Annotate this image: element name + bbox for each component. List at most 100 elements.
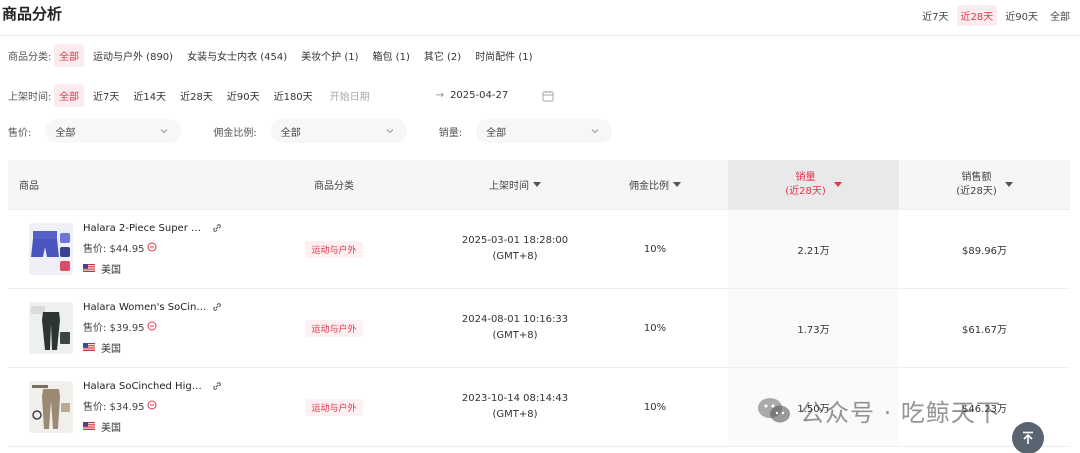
table-row[interactable]: Halara SoCinched High Waisted Leggings 售… — [8, 368, 1070, 447]
listing-chip-180d[interactable]: 近180天 — [269, 84, 318, 107]
sort-caret-icon[interactable] — [533, 182, 541, 187]
category-cell: 运动与户外 — [220, 289, 448, 367]
sales-select[interactable]: 全部 — [476, 119, 613, 143]
country-line: 美国 — [83, 419, 222, 434]
listing-chip-28d[interactable]: 近28天 — [175, 84, 218, 107]
listing-time-text: 2024-08-01 10:16:33 (GMT+8) — [462, 312, 568, 344]
product-name-line: Halara Women's SoCinched Leggings — [83, 302, 222, 313]
listing-time-date: 2023-10-14 08:14:43 — [461, 393, 569, 404]
calendar-icon[interactable] — [542, 90, 554, 102]
range-tab-all[interactable]: 全部 — [1046, 5, 1074, 26]
col-header-commission-label: 佣金比例 — [629, 181, 669, 192]
category-filter-label: 商品分类: — [8, 52, 52, 63]
start-date-input[interactable]: 开始日期 — [330, 88, 430, 103]
listing-chip-90d[interactable]: 近90天 — [222, 84, 265, 107]
listing-time-cell: 2023-10-14 08:14:43 (GMT+8) — [448, 368, 582, 446]
table-row[interactable]: Halara Women's SoCinched Leggings 售价: $3… — [8, 289, 1070, 368]
product-price: 售价: $39.95 — [83, 322, 145, 334]
minus-circle-icon — [147, 242, 157, 252]
product-thumbnail[interactable] — [29, 223, 73, 275]
category-chip-beauty[interactable]: 美妆个护 (1) — [296, 44, 363, 67]
country-line: 美国 — [83, 340, 222, 355]
col-header-listing-time[interactable]: 上架时间 — [448, 160, 582, 209]
shorts-image-icon — [31, 231, 70, 271]
sort-caret-icon[interactable] — [673, 182, 681, 187]
product-name-line: Halara 2-Piece Super High Waisted Shorts — [83, 223, 222, 234]
sales-cell: 1.50万 — [728, 368, 899, 446]
chevron-down-icon — [386, 129, 394, 134]
range-tab-7d[interactable]: 近7天 — [918, 5, 952, 26]
category-tag: 运动与户外 — [305, 398, 363, 416]
category-chip-all[interactable]: 全部 — [54, 44, 84, 67]
commission-cell: 10% — [643, 401, 667, 413]
price-select[interactable]: 全部 — [45, 119, 182, 143]
sales-cell: 2.21万 — [728, 210, 899, 288]
chevron-down-icon — [161, 129, 168, 134]
date-range-picker[interactable]: 开始日期 → 2025-04-27 — [330, 88, 554, 103]
product-name-line: Halara SoCinched High Waisted Leggings — [83, 381, 222, 392]
category-tag: 运动与户外 — [305, 319, 363, 337]
col-header-commission[interactable]: 佣金比例 — [582, 160, 728, 209]
category-filter-row: 商品分类: 全部 运动与户外 (890) 女装与女士内衣 (454) 美妆个护 … — [0, 44, 542, 67]
col-header-category: 商品分类 — [314, 181, 354, 192]
col-header-revenue-line1: 销售额 — [961, 171, 992, 183]
listing-time-zone: (GMT+8) — [492, 409, 538, 420]
us-flag-icon — [83, 264, 95, 272]
listing-chip-14d[interactable]: 近14天 — [128, 84, 171, 107]
listing-chip-all[interactable]: 全部 — [54, 84, 84, 107]
commission-select-value: 全部 — [280, 127, 301, 139]
product-country: 美国 — [101, 422, 121, 434]
listing-time-text: 2025-03-01 18:28:00 (GMT+8) — [462, 233, 568, 265]
price-line: 售价: $44.95 — [83, 240, 222, 255]
category-chip-accessories[interactable]: 时尚配件 (1) — [470, 44, 537, 67]
back-to-top-button[interactable] — [1012, 422, 1044, 453]
listing-time-cell: 2025-03-01 18:28:00 (GMT+8) — [448, 210, 582, 288]
product-name[interactable]: Halara Women's SoCinched Leggings — [83, 302, 208, 313]
select-filter-row: 售价: 全部 佣金比例: 全部 销量: 全部 — [0, 119, 636, 143]
commission-filter-label: 佣金比例: — [213, 127, 257, 139]
range-tab-90d[interactable]: 近90天 — [1001, 5, 1042, 26]
product-name[interactable]: Halara SoCinched High Waisted Leggings — [83, 381, 208, 392]
product-thumbnail[interactable] — [29, 302, 73, 354]
listing-time-filter-row: 上架时间: 全部 近7天 近14天 近28天 近90天 近180天 开始日期 →… — [0, 84, 554, 107]
category-cell: 运动与户外 — [220, 210, 448, 288]
category-chip-other[interactable]: 其它 (2) — [419, 44, 466, 67]
revenue-cell: $46.23万 — [962, 403, 1007, 415]
sort-caret-icon[interactable] — [1004, 182, 1013, 187]
table-row[interactable]: Halara 2-Piece Super High Waisted Shorts… — [8, 210, 1070, 289]
table-header: 商品 商品分类 上架时间 佣金比例 销量 (近28天) 销售额 (近28天) — [8, 160, 1070, 210]
arrow-up-icon — [1023, 431, 1033, 444]
col-header-revenue[interactable]: 销售额 (近28天) — [899, 160, 1070, 209]
category-chip-bags[interactable]: 箱包 (1) — [368, 44, 415, 67]
leggings-image-icon — [31, 306, 70, 350]
product-thumbnail[interactable] — [29, 381, 73, 433]
revenue-cell: $89.96万 — [962, 245, 1007, 257]
commission-select[interactable]: 全部 — [270, 119, 407, 143]
category-cell: 运动与户外 — [220, 368, 448, 446]
product-cell: Halara 2-Piece Super High Waisted Shorts… — [8, 210, 222, 288]
page-title: 商品分析 — [2, 5, 63, 23]
commission-cell: 10% — [643, 322, 667, 334]
product-price: 售价: $44.95 — [83, 243, 145, 255]
minus-circle-icon — [147, 400, 157, 410]
product-name[interactable]: Halara 2-Piece Super High Waisted Shorts — [83, 223, 208, 234]
category-chip-sports[interactable]: 运动与户外 (890) — [88, 44, 178, 67]
country-line: 美国 — [83, 261, 222, 276]
listing-time-zone: (GMT+8) — [492, 251, 538, 262]
col-header-revenue-label: 销售额 (近28天) — [956, 171, 997, 199]
product-info: Halara Women's SoCinched Leggings 售价: $3… — [83, 302, 222, 355]
col-header-sales-line2: (近28天) — [785, 185, 826, 197]
category-chip-womenswear[interactable]: 女装与女士内衣 (454) — [182, 44, 292, 67]
product-cell: Halara SoCinched High Waisted Leggings 售… — [8, 368, 222, 446]
commission-cell: 10% — [643, 243, 667, 255]
range-tab-28d[interactable]: 近28天 — [956, 5, 998, 26]
category-tag: 运动与户外 — [305, 240, 363, 258]
listing-chip-7d[interactable]: 近7天 — [88, 84, 124, 107]
price-line: 售价: $39.95 — [83, 319, 222, 334]
sort-caret-active-icon[interactable] — [833, 182, 842, 187]
end-date-input[interactable]: 2025-04-27 — [450, 90, 542, 101]
col-header-sales[interactable]: 销量 (近28天) — [728, 160, 899, 209]
product-country: 美国 — [101, 343, 121, 355]
col-header-listing-time-label: 上架时间 — [489, 181, 529, 192]
revenue-cell: $61.67万 — [962, 324, 1007, 336]
